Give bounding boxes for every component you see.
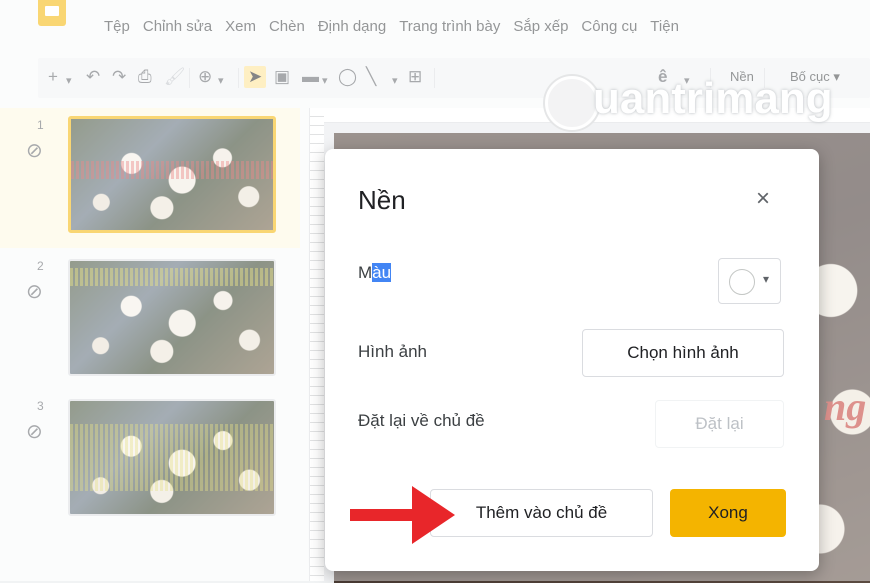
- red-arrow-icon: [350, 486, 455, 544]
- choose-image-button[interactable]: Chọn hình ảnh: [582, 329, 784, 377]
- dialog-title: Nền: [358, 185, 406, 215]
- done-button[interactable]: Xong: [670, 489, 786, 537]
- add-to-theme-button[interactable]: Thêm vào chủ đề: [430, 489, 653, 537]
- slides-app: Tệp Chỉnh sửa Xem Chèn Định dạng Trang t…: [0, 0, 870, 583]
- color-label-prefix: M: [358, 263, 373, 282]
- close-icon[interactable]: ×: [749, 185, 777, 213]
- reset-button[interactable]: Đặt lại: [655, 400, 784, 448]
- color-label: Màu: [358, 263, 392, 283]
- image-label: Hình ảnh: [358, 342, 427, 361]
- reset-label: Đặt lại về chủ đề: [358, 411, 485, 430]
- color-picker-button[interactable]: ▾: [718, 258, 781, 304]
- chevron-down-icon: ▾: [763, 272, 770, 286]
- color-swatch: [729, 269, 755, 295]
- color-label-selection: àu: [372, 263, 392, 282]
